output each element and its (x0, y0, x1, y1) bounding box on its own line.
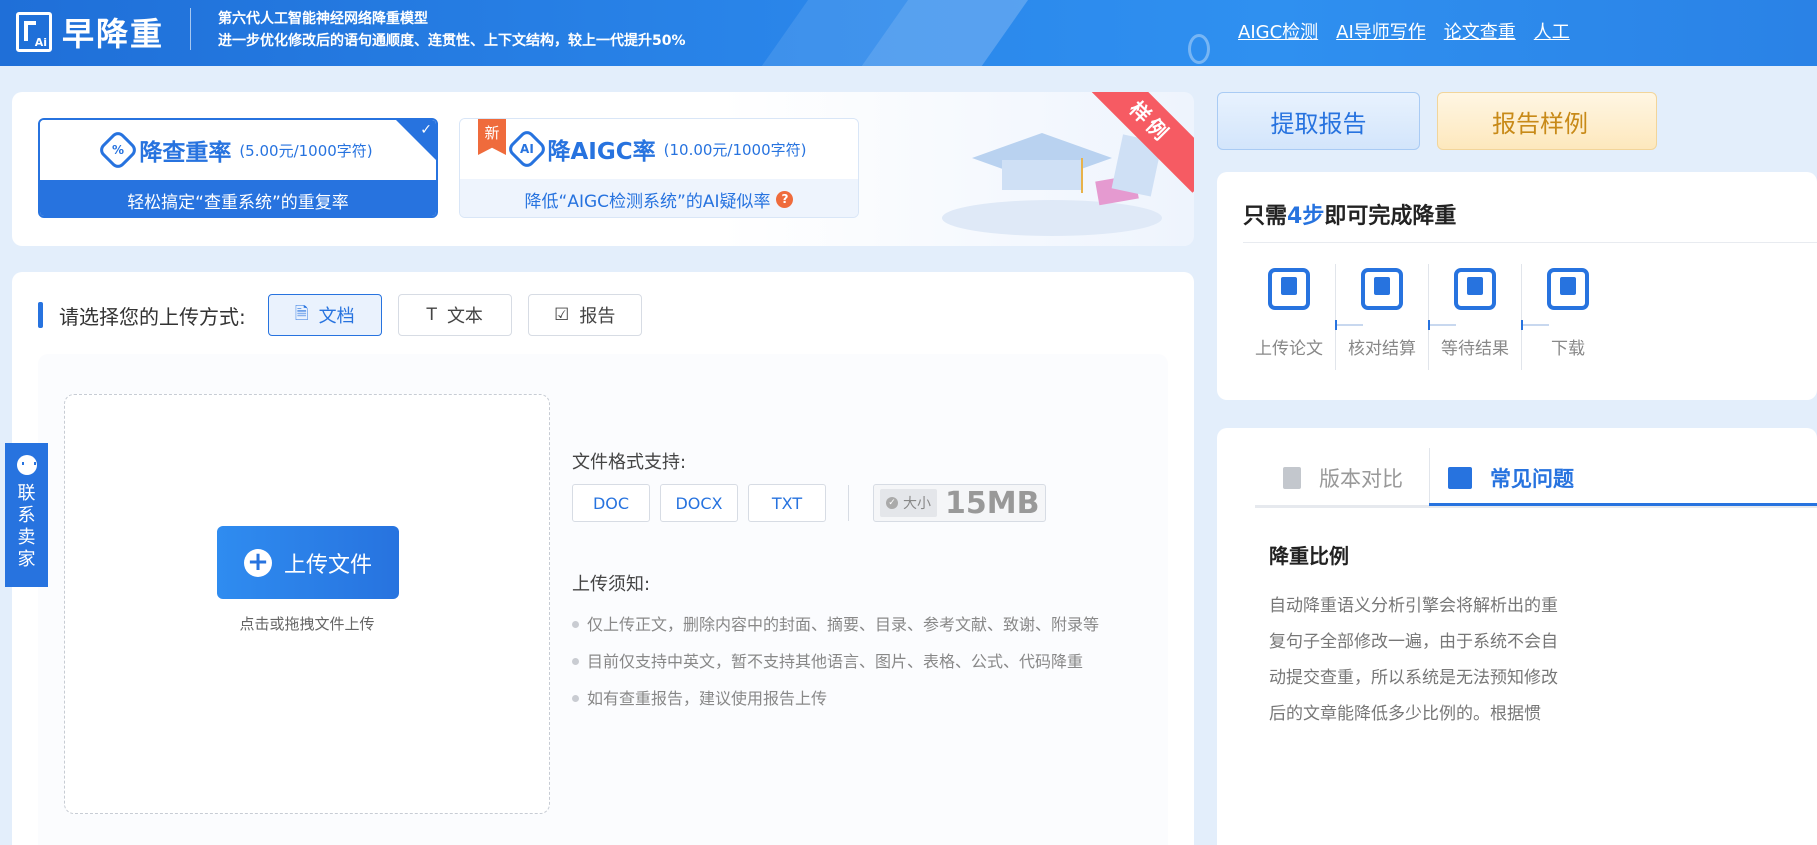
percent-shield-icon: % (97, 128, 140, 172)
slogan-line-1: 第六代人工智能神经网络降重模型 (218, 11, 428, 27)
mode-price: (10.00元/1000字符) (663, 140, 807, 159)
extract-report-button[interactable]: 提取报告 (1217, 92, 1420, 150)
clipboard-check-icon: ☑ (554, 305, 570, 325)
wallet-icon (1361, 268, 1403, 310)
size-limit: ✓ 大小 15MB (873, 484, 1047, 522)
mode-description: 轻松搞定“查重系统”的重复率 (40, 180, 436, 216)
site-logo[interactable]: Ai 早降重 (16, 10, 164, 54)
step-checkout: 核对结算 (1336, 268, 1428, 359)
header-ring-decoration (1188, 34, 1210, 64)
ai-shield-icon: AI (505, 127, 548, 171)
upload-file-button[interactable]: + 上传文件 (217, 526, 399, 599)
mode-price: (5.00元/1000字符) (239, 141, 373, 160)
notice-item: 目前仅支持中英文，暂不支持其他语言、图片、表格、公式、代码降重 (572, 643, 1099, 680)
logo-text: 早降重 (62, 15, 165, 53)
faq-body: 自动降重语义分析引擎会将解析出的重 复句子全部修改一遍，由于系统不会自 动提交查… (1269, 596, 1558, 724)
faq-heading: 降重比例 (1269, 544, 1349, 568)
steps-title: 只需4步即可完成降重 (1243, 204, 1457, 229)
upload-icon (1268, 268, 1310, 310)
nav-ai-tutor-writing[interactable]: AI导师写作 (1336, 18, 1426, 44)
step-wait: 等待结果 (1429, 268, 1521, 359)
active-tab-indicator (1429, 503, 1817, 506)
top-nav: AIGC检测 AI导师写作 论文查重 人工 (1238, 18, 1570, 44)
method-report-button[interactable]: ☑ 报告 (527, 294, 642, 336)
sample-report-button[interactable]: 报告样例 (1437, 92, 1657, 150)
size-tag: ✓ 大小 (880, 489, 937, 517)
logo-icon: Ai (16, 12, 52, 52)
format-tag: DOCX (660, 484, 738, 522)
format-tag: TXT (748, 484, 826, 522)
top-header: Ai 早降重 第六代人工智能神经网络降重模型 进一步优化修改后的语句通顺度、连贯… (0, 0, 1817, 66)
upload-card: 请选择您的上传方式: 🗎 文档 T 文本 ☑ 报告 + 上传文件 点击或拖拽文件… (12, 272, 1194, 845)
tab-version-compare[interactable]: 版本对比 (1283, 448, 1403, 508)
mode-selection-card: % 降查重率 (5.00元/1000字符) 轻松搞定“查重系统”的重复率 ✓ 新… (12, 92, 1194, 246)
format-tag: DOC (572, 484, 650, 522)
check-circle-icon: ✓ (886, 497, 898, 509)
format-list: DOC DOCX TXT ✓ 大小 15MB (572, 484, 1047, 522)
drop-hint: 点击或拖拽文件上传 (239, 615, 375, 633)
divider (1243, 242, 1817, 243)
divider (848, 485, 849, 521)
method-text-button[interactable]: T 文本 (397, 294, 512, 336)
tab-faq[interactable]: 常见问题 (1429, 448, 1574, 508)
document-icon: 🗎 (294, 303, 309, 324)
upload-method-row: 请选择您的上传方式: 🗎 文档 T 文本 ☑ 报告 (38, 294, 658, 336)
nav-paper-check[interactable]: 论文查重 (1444, 18, 1516, 44)
step-download: 下载 (1522, 268, 1614, 359)
header-divider (190, 8, 191, 50)
download-icon (1547, 268, 1589, 310)
file-dropzone[interactable]: + 上传文件 点击或拖拽文件上传 (64, 394, 550, 814)
check-icon: ✓ (420, 122, 432, 138)
question-icon[interactable]: ? (776, 190, 794, 208)
steps-card: 只需4步即可完成降重 上传论文 核对结算 等待结果 下载 (1217, 172, 1817, 400)
nav-aigc-detect[interactable]: AIGC检测 (1238, 18, 1318, 44)
notice-item: 如有查重报告，建议使用报告上传 (572, 680, 1099, 717)
size-value: 15MB (945, 485, 1040, 521)
nav-manual[interactable]: 人工 (1534, 18, 1570, 44)
upload-area: + 上传文件 点击或拖拽文件上传 文件格式支持: DOC DOCX TXT ✓ … (38, 354, 1168, 845)
mode-title: 降AIGC率 (547, 139, 656, 165)
contact-seller-button[interactable]: 联 系 卖 家 (5, 443, 48, 587)
faq-tabs: 版本对比 常见问题 (1255, 448, 1817, 508)
mode-description-text: 降低“AIGC检测系统”的AI疑似率 (524, 191, 771, 212)
text-icon: T (426, 305, 437, 325)
clock-document-icon (1454, 268, 1496, 310)
step-upload: 上传论文 (1243, 268, 1335, 359)
section-marker (38, 302, 43, 328)
book-icon (1448, 467, 1472, 489)
document-icon (1283, 467, 1301, 489)
chat-face-icon (16, 455, 37, 475)
method-document-button[interactable]: 🗎 文档 (267, 294, 382, 336)
notice-title: 上传须知: (572, 574, 651, 595)
mode-reduce-duplication[interactable]: % 降查重率 (5.00元/1000字符) 轻松搞定“查重系统”的重复率 ✓ (38, 118, 438, 218)
formats-title: 文件格式支持: (572, 452, 687, 473)
notice-item: 仅上传正文，删除内容中的封面、摘要、目录、参考文献、致谢、附录等 (572, 606, 1099, 643)
mode-reduce-aigc[interactable]: 新 AI 降AIGC率 (10.00元/1000字符) 降低“AIGC检测系统”… (459, 118, 859, 218)
mode-title: 降查重率 (139, 140, 232, 166)
slogan-line-2: 进一步优化修改后的语句通顺度、连贯性、上下文结构，较上一代提升50% (218, 33, 686, 49)
upload-method-label: 请选择您的上传方式: (59, 304, 246, 329)
plus-icon: + (243, 548, 272, 577)
header-slogan: 第六代人工智能神经网络降重模型 进一步优化修改后的语句通顺度、连贯性、上下文结构… (218, 8, 686, 52)
notice-list: 仅上传正文，删除内容中的封面、摘要、目录、参考文献、致谢、附录等 目前仅支持中英… (572, 606, 1099, 717)
faq-card: 版本对比 常见问题 降重比例 自动降重语义分析引擎会将解析出的重 复句子全部修改… (1217, 428, 1817, 845)
mode-description: 降低“AIGC检测系统”的AI疑似率 ? (460, 179, 858, 217)
